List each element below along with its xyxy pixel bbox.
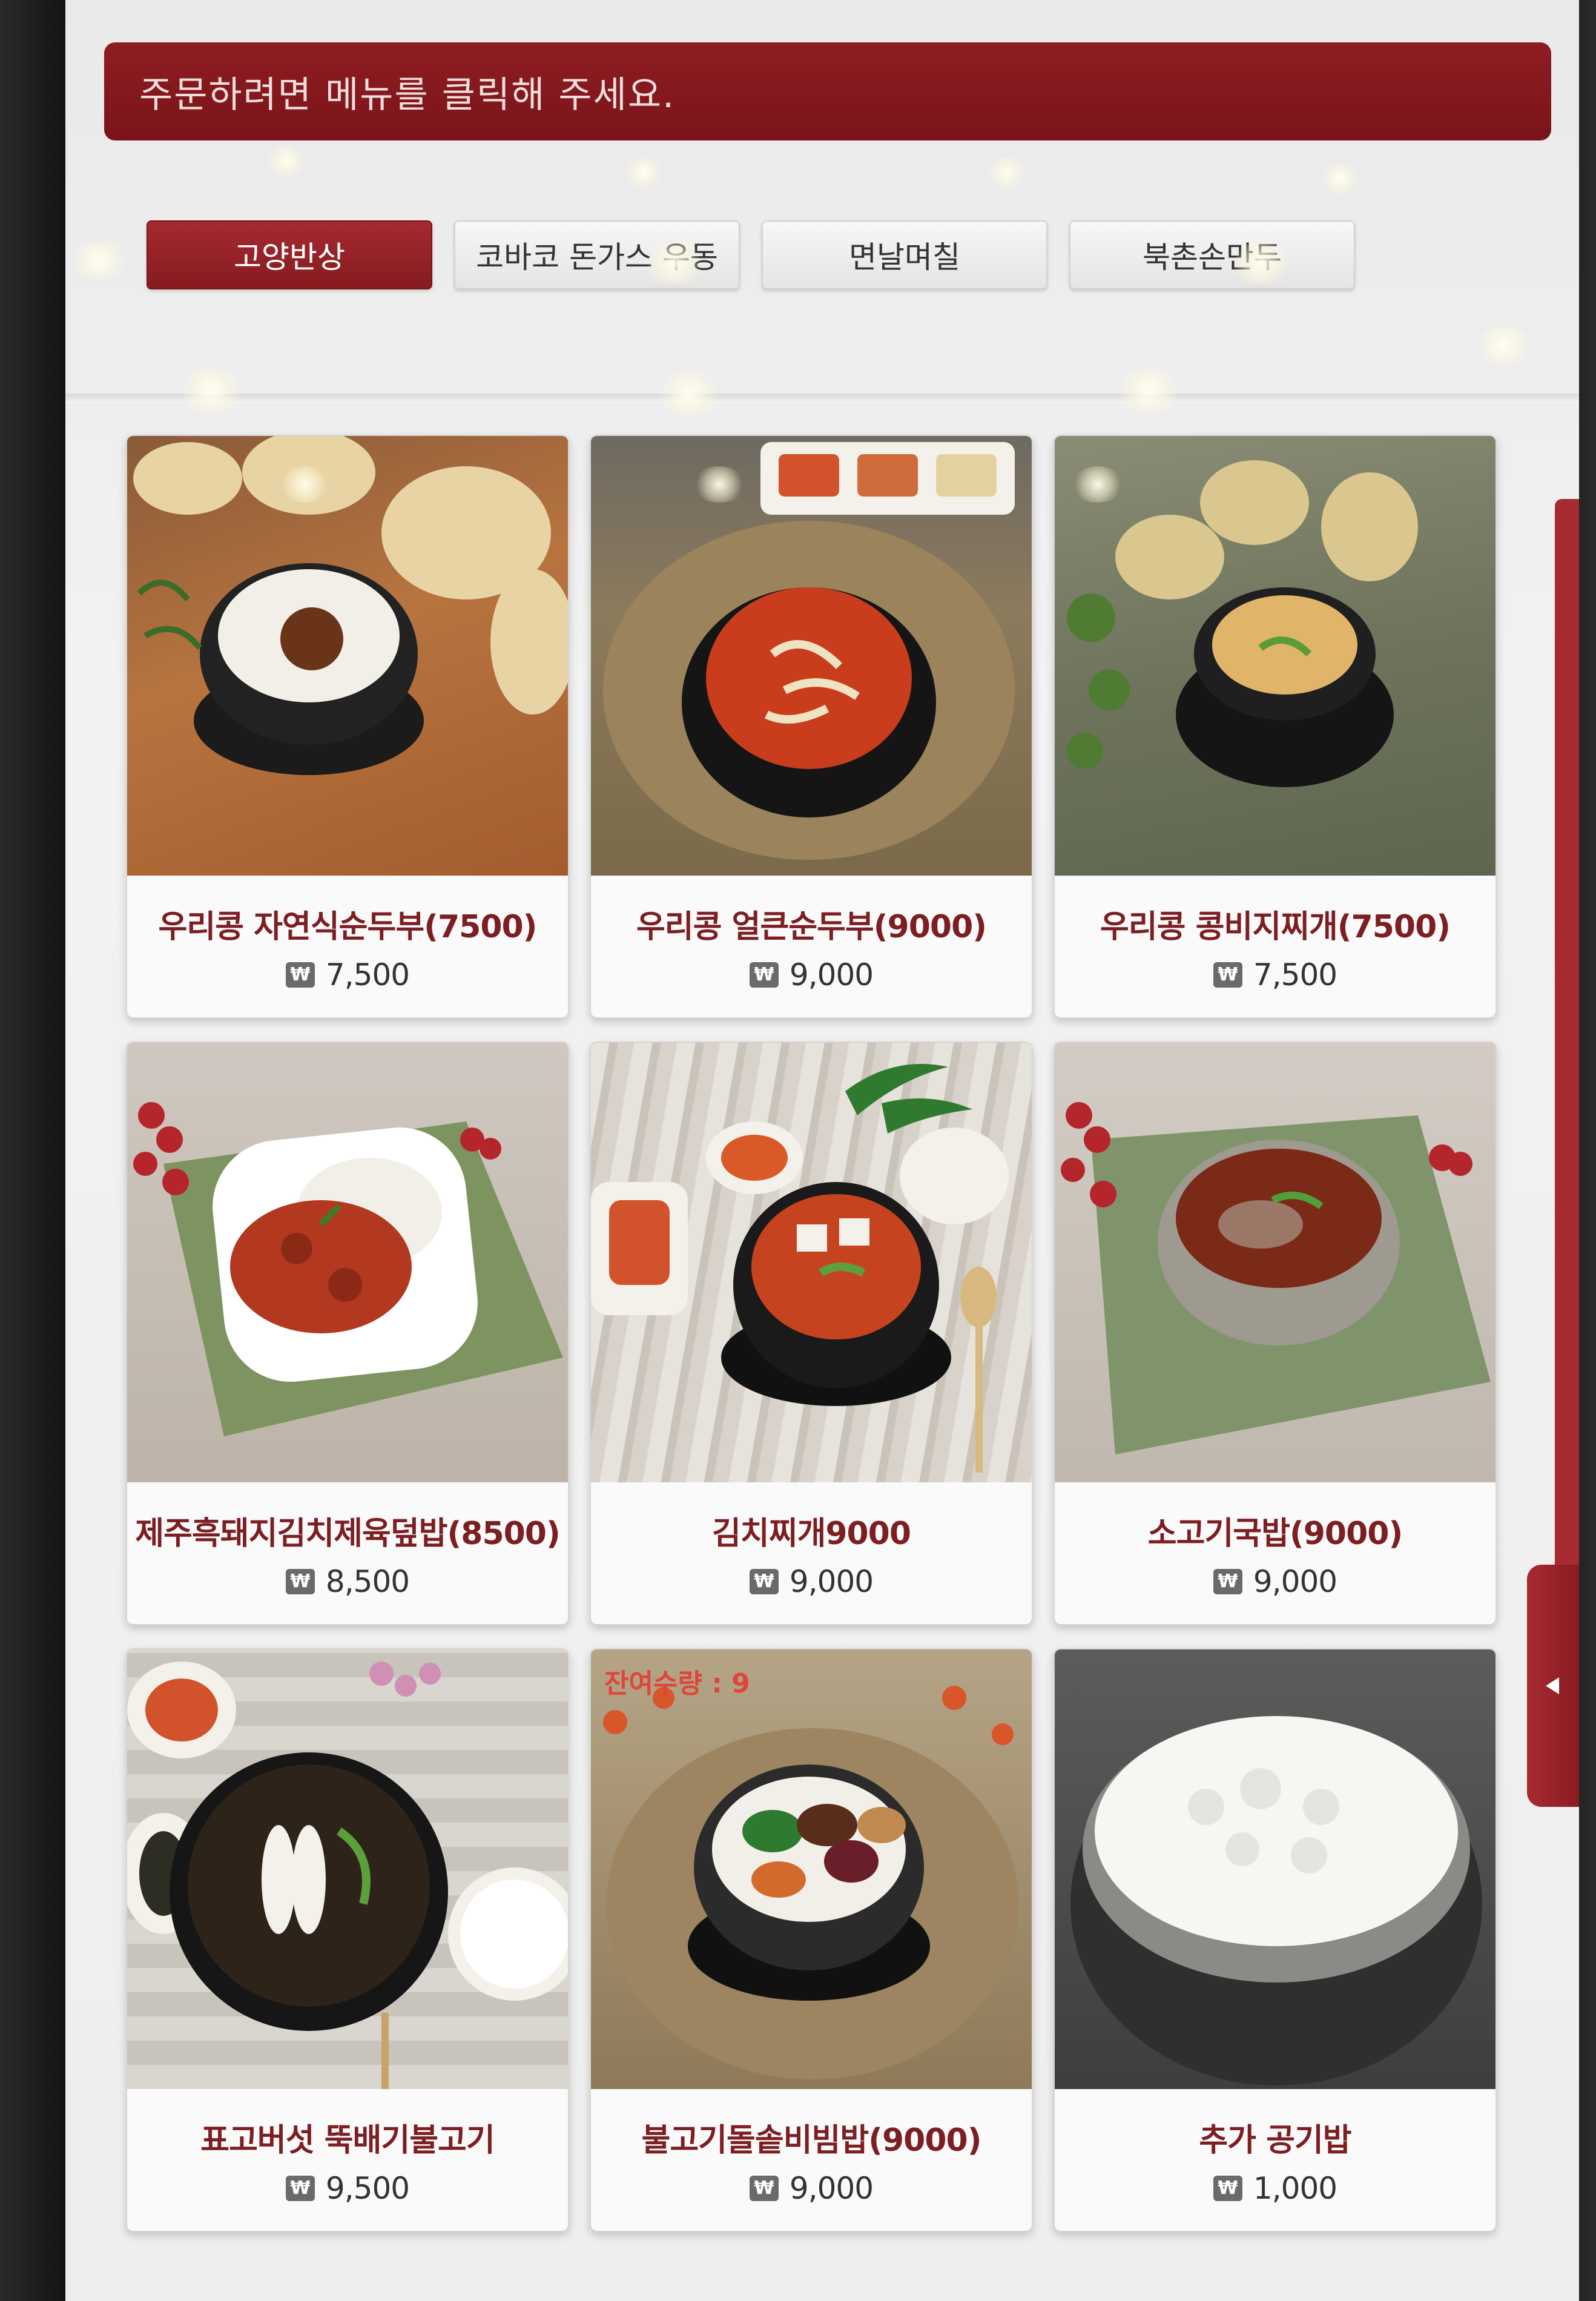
price-value: 9,000 — [789, 2170, 874, 2206]
menu-card[interactable]: 표고버섯 뚝배기불고기 ₩ 9,500 — [126, 1648, 569, 2232]
mushroom-bulgogi-hotpot-image — [127, 1649, 568, 2089]
category-tabs: 고양반상 코바코 돈가스 우동 면날며칠 북촌손만두 — [147, 220, 1355, 289]
menu-item-price: ₩ 9,000 — [749, 1563, 874, 1599]
price-value: 9,000 — [789, 1563, 874, 1599]
price-value: 9,500 — [325, 2170, 410, 2206]
light-reflection — [986, 157, 1028, 188]
menu-item-name: 우리콩 콩비지찌개(7500) — [1100, 908, 1451, 945]
menu-item-name: 우리콩 자연식순두부(7500) — [158, 908, 538, 945]
menu-card[interactable]: 우리콩 자연식순두부(7500) ₩ 7,500 — [126, 435, 569, 1018]
won-icon: ₩ — [285, 962, 315, 988]
menu-card[interactable]: 잔여수량 : 9 불고기돌솥비빔밥(9000) ₩ 9,000 — [590, 1648, 1033, 2232]
menu-card[interactable]: 소고기국밥(9000) ₩ 9,000 — [1054, 1042, 1497, 1625]
menu-card[interactable]: 우리콩 얼큰순두부(9000) ₩ 9,000 — [590, 435, 1033, 1018]
menu-item-name: 추가 공기밥 — [1199, 2122, 1351, 2159]
won-icon: ₩ — [1213, 2175, 1242, 2201]
menu-card-info: 우리콩 콩비지찌개(7500) ₩ 7,500 — [1055, 876, 1495, 1017]
won-icon: ₩ — [749, 2175, 779, 2201]
tab-myeonnal-myeochil[interactable]: 면날며칠 — [762, 220, 1047, 289]
menu-card-info: 우리콩 자연식순두부(7500) ₩ 7,500 — [127, 876, 568, 1017]
price-value: 9,000 — [789, 957, 874, 992]
menu-card[interactable]: 추가 공기밥 ₩ 1,000 — [1054, 1648, 1497, 2232]
price-value: 8,500 — [325, 1563, 410, 1599]
spicy-pork-rice-bowl-image — [127, 1043, 568, 1482]
menu-card-info: 소고기국밥(9000) ₩ 9,000 — [1055, 1482, 1495, 1624]
menu-item-price: ₩ 9,500 — [285, 2170, 410, 2206]
tab-bukchon-mandu[interactable]: 북촌손만두 — [1069, 220, 1355, 289]
menu-card[interactable]: 우리콩 콩비지찌개(7500) ₩ 7,500 — [1054, 435, 1497, 1018]
price-value: 9,000 — [1253, 1563, 1337, 1599]
menu-card-info: 김치찌개9000 ₩ 9,000 — [591, 1482, 1032, 1624]
menu-grid: 우리콩 자연식순두부(7500) ₩ 7,500 우리콩 얼큰순두부(9000)… — [126, 435, 1573, 2232]
instruction-banner: 주문하려면 메뉴를 클릭해 주세요. — [104, 42, 1551, 140]
menu-item-name: 우리콩 얼큰순두부(9000) — [636, 908, 987, 945]
won-icon: ₩ — [749, 1568, 779, 1594]
light-reflection — [65, 242, 132, 279]
menu-item-price: ₩ 9,000 — [749, 957, 874, 992]
light-reflection — [265, 145, 308, 176]
won-icon: ₩ — [1213, 1568, 1242, 1594]
price-value: 1,000 — [1253, 2170, 1337, 2206]
spicy-soft-tofu-stew-image — [591, 436, 1032, 876]
won-icon: ₩ — [285, 2175, 315, 2201]
won-icon: ₩ — [285, 1568, 315, 1594]
menu-item-price: ₩ 9,000 — [1213, 1564, 1337, 1599]
price-value: 7,500 — [1253, 957, 1337, 992]
menu-item-name: 소고기국밥(9000) — [1147, 1515, 1403, 1552]
won-icon: ₩ — [1213, 962, 1242, 988]
soft-tofu-stew-with-rice-image — [127, 436, 568, 876]
menu-item-price: ₩ 7,500 — [1213, 957, 1337, 992]
menu-card[interactable]: 제주흑돼지김치제육덮밥(8500) ₩ 8,500 — [126, 1042, 569, 1625]
caret-left-icon — [1546, 1677, 1559, 1694]
menu-card-info: 추가 공기밥 ₩ 1,000 — [1055, 2089, 1495, 2231]
instruction-text: 주문하려면 메뉴를 클릭해 주세요. — [139, 73, 676, 116]
won-icon: ₩ — [749, 962, 779, 988]
kimchi-stew-image — [591, 1043, 1032, 1482]
cart-panel-edge — [1555, 499, 1579, 1577]
beef-rice-soup-image — [1055, 1043, 1495, 1482]
menu-card-info: 우리콩 얼큰순두부(9000) ₩ 9,000 — [591, 876, 1032, 1017]
cart-panel-toggle[interactable] — [1527, 1565, 1579, 1807]
price-value: 7,500 — [325, 957, 410, 992]
menu-item-price: ₩ 7,500 — [285, 957, 410, 992]
light-reflection — [622, 157, 665, 188]
stone-pot-bibimbap-image: 잔여수량 : 9 — [591, 1649, 1032, 2089]
light-reflection — [1319, 163, 1361, 194]
menu-item-name: 표고버섯 뚝배기불고기 — [200, 2122, 495, 2159]
tab-kobako-donkatsu-udon[interactable]: 코바코 돈가스 우동 — [454, 220, 740, 289]
menu-item-price: ₩ 1,000 — [1213, 2171, 1337, 2206]
menu-item-price: ₩ 9,000 — [749, 2170, 874, 2206]
menu-item-name: 불고기돌솥비빔밥(9000) — [641, 2122, 982, 2159]
light-reflection — [1113, 369, 1185, 412]
light-reflection — [174, 369, 247, 412]
remaining-quantity-label: 잔여수량 : 9 — [604, 1668, 750, 1699]
menu-card-info: 표고버섯 뚝배기불고기 ₩ 9,500 — [127, 2089, 568, 2231]
menu-item-name: 김치찌개9000 — [711, 1515, 911, 1552]
tab-goyang-bansang[interactable]: 고양반상 — [147, 220, 432, 289]
section-divider — [65, 394, 1579, 403]
menu-card-info: 제주흑돼지김치제육덮밥(8500) ₩ 8,500 — [127, 1482, 568, 1624]
menu-item-price: ₩ 8,500 — [285, 1563, 410, 1599]
kiosk-screen: 주문하려면 메뉴를 클릭해 주세요. 고양반상 코바코 돈가스 우동 면날며칠 … — [65, 0, 1579, 2301]
bowl-of-rice-image — [1055, 1649, 1495, 2089]
menu-card-info: 불고기돌솥비빔밥(9000) ₩ 9,000 — [591, 2089, 1032, 2231]
bean-curd-residue-stew-image — [1055, 436, 1495, 876]
menu-card[interactable]: 김치찌개9000 ₩ 9,000 — [590, 1042, 1033, 1625]
menu-item-name: 제주흑돼지김치제육덮밥(8500) — [135, 1515, 560, 1552]
light-reflection — [1470, 327, 1537, 363]
